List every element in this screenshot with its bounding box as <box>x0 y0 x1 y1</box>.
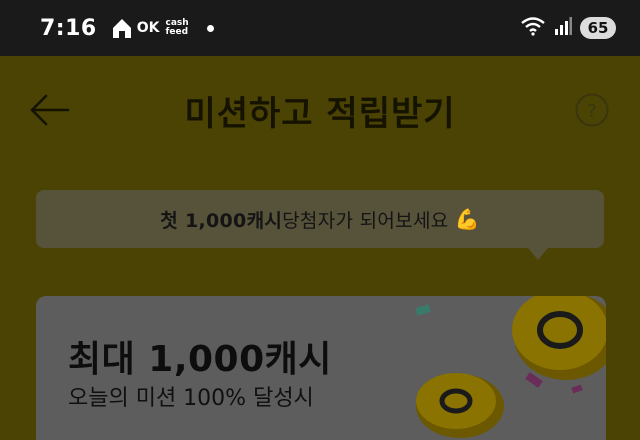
help-button[interactable]: ? <box>574 92 610 128</box>
page-title: 미션하고 적립받기 <box>184 94 456 134</box>
reward-subtitle: 오늘의 미션 100% 달성시 <box>68 386 314 411</box>
status-right: 65 <box>520 16 616 40</box>
signal-icon <box>554 17 572 39</box>
wifi-icon <box>520 16 546 40</box>
confetti-teal <box>415 304 431 316</box>
reward-title: 최대 1,000캐시 <box>68 339 332 380</box>
flexed-biceps-icon: 💪 <box>454 207 480 231</box>
promo-text: 당첨자가 되어보세요 <box>282 209 449 232</box>
coin-icon <box>415 296 606 438</box>
promo-highlight: 첫 1,000캐시 <box>160 209 283 232</box>
cashfeed-line2: feed <box>165 27 189 37</box>
battery-indicator: 65 <box>580 17 616 39</box>
banner-tail <box>528 248 548 260</box>
home-icon <box>111 17 133 39</box>
confetti-purple <box>525 372 543 388</box>
cashfeed-logo: cash feed <box>165 19 188 37</box>
status-time: 7:16 <box>40 15 97 41</box>
help-icon: ? <box>575 93 609 127</box>
header: 미션하고 적립받기 ? <box>0 56 640 166</box>
reward-card[interactable]: 최대 1,000캐시 오늘의 미션 100% 달성시 <box>36 296 606 440</box>
confetti-small <box>571 384 583 394</box>
svg-text:?: ? <box>587 101 597 122</box>
notification-dot <box>206 24 214 32</box>
ok-cashbag-label: OK <box>136 20 160 36</box>
promo-banner: 첫 1,000캐시 당첨자가 되어보세요 💪 <box>36 190 604 248</box>
status-bar: 7:16 OK cash feed 65 <box>0 0 640 56</box>
coin-small-face <box>416 373 496 429</box>
